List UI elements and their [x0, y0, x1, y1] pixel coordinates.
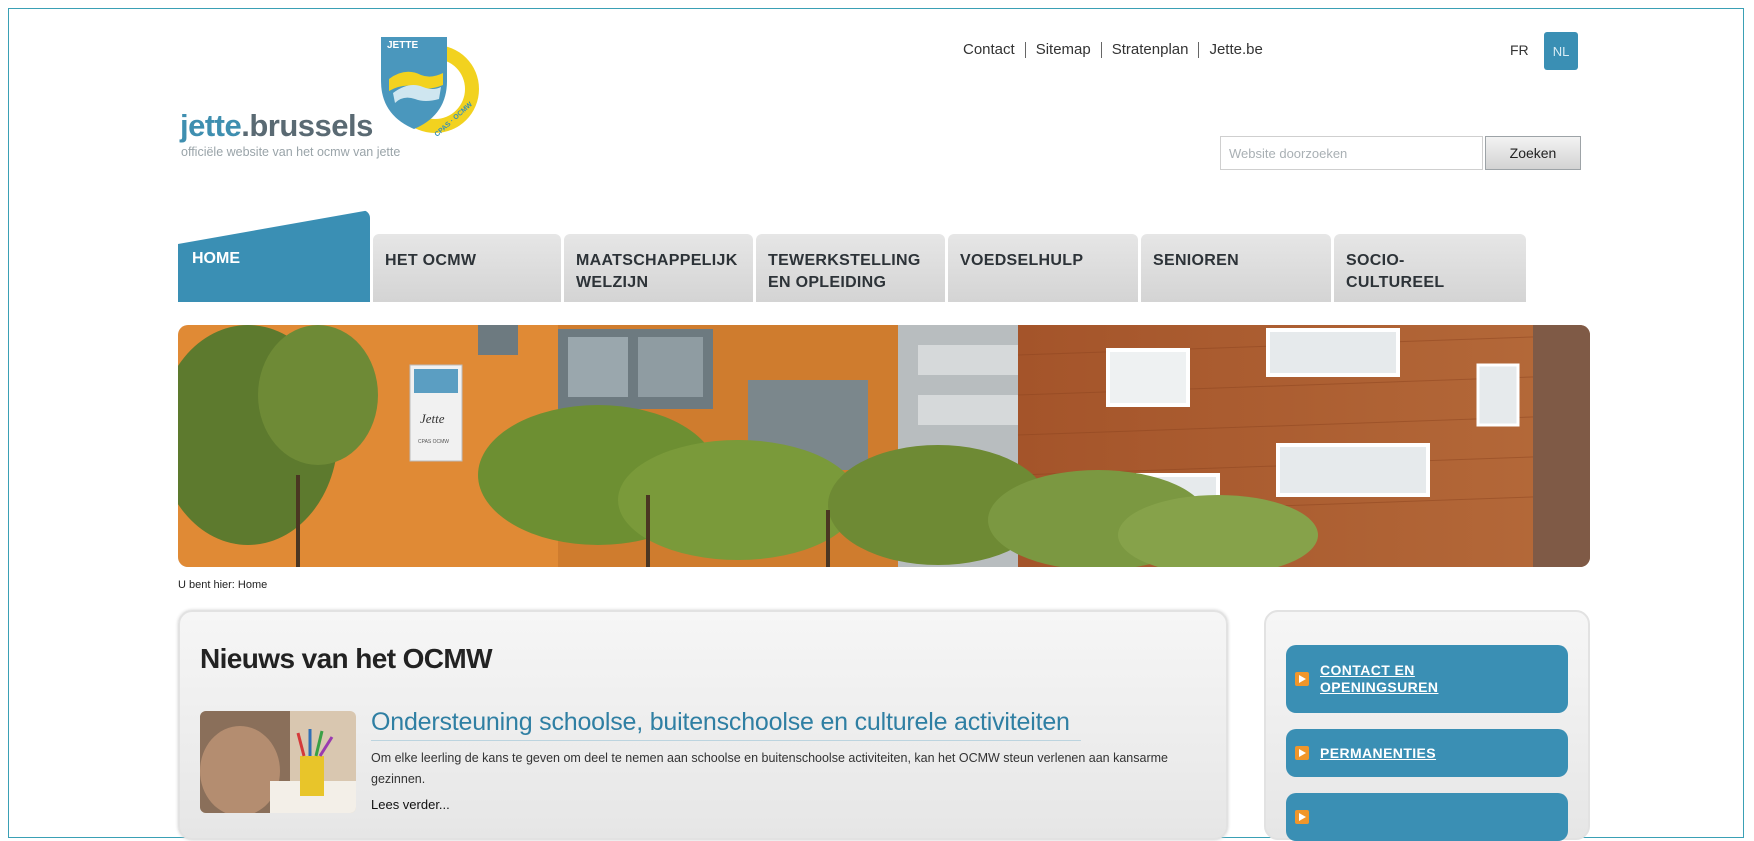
article-thumbnail[interactable]	[200, 711, 356, 813]
language-nl-active[interactable]: NL	[1544, 32, 1578, 70]
top-links: Contact Sitemap Stratenplan Jette.be	[963, 42, 1273, 58]
nav-tab-label-line2: EN OPLEIDING	[768, 274, 887, 291]
search-button[interactable]: Zoeken	[1485, 136, 1581, 170]
article-title-link[interactable]: Ondersteuning schoolse, buitenschoolse e…	[371, 708, 1070, 737]
nav-tab-label: HET OCMW	[385, 252, 477, 269]
language-fr[interactable]: FR	[1510, 42, 1529, 58]
logo-badge-text: JETTE	[387, 40, 418, 51]
read-more-link[interactable]: Lees verder...	[371, 797, 450, 812]
nav-tab-label: SENIOREN	[1153, 252, 1239, 269]
nav-tab-maatschappelijk-welzijn[interactable]: MAATSCHAPPELIJK WELZIJN	[564, 234, 753, 302]
arrow-right-icon	[1295, 672, 1309, 686]
nav-tab-het-ocmw[interactable]: HET OCMW	[373, 234, 561, 302]
contact-openingsuren-button[interactable]: CONTACT EN OPENINGSUREN	[1286, 645, 1568, 713]
nav-tab-senioren[interactable]: SENIOREN	[1141, 234, 1331, 302]
label-line1: CONTACT EN	[1320, 662, 1415, 678]
top-link-jette-be[interactable]: Jette.be	[1198, 42, 1272, 58]
site-logo-name[interactable]: jette.brussels	[180, 108, 373, 144]
logo-name-rest: .brussels	[241, 108, 373, 143]
contact-openingsuren-label: CONTACT EN OPENINGSUREN	[1320, 662, 1438, 696]
hero-sign-text-2: CPAS OCMW	[418, 439, 449, 445]
top-link-contact[interactable]: Contact	[963, 42, 1025, 58]
nav-tab-tewerkstelling[interactable]: TEWERKSTELLING EN OPLEIDING	[756, 234, 945, 302]
permanenties-label: PERMANENTIES	[1320, 744, 1437, 761]
nav-tab-label-line1: MAATSCHAPPELIJK	[576, 252, 738, 269]
nav-tab-socio-cultureel[interactable]: SOCIO- CULTUREEL	[1334, 234, 1526, 302]
nav-tab-label: VOEDSELHULP	[960, 252, 1084, 269]
nav-tab-label-line1: TEWERKSTELLING	[768, 252, 921, 269]
breadcrumb: U bent hier: Home	[178, 579, 268, 591]
top-link-stratenplan[interactable]: Stratenplan	[1100, 42, 1199, 58]
hero-sign-text-1: Jette	[420, 411, 445, 426]
nav-tab-label-line1: SOCIO-	[1346, 252, 1405, 269]
article-summary: Om elke leerling de kans te geven om dee…	[371, 751, 1168, 786]
arrow-right-icon	[1295, 810, 1309, 824]
top-link-sitemap[interactable]: Sitemap	[1024, 42, 1101, 58]
permanenties-button[interactable]: PERMANENTIES	[1286, 729, 1568, 777]
nav-tab-voedselhulp[interactable]: VOEDSELHULP	[948, 234, 1138, 302]
nav-tab-label-line2: WELZIJN	[576, 274, 649, 291]
arrow-right-icon	[1295, 746, 1309, 760]
news-heading: Nieuws van het OCMW	[200, 643, 493, 674]
logo-emblem-icon[interactable]: JETTE CPAS · OCMW	[375, 33, 483, 137]
label-line2: OPENINGSUREN	[1320, 679, 1439, 695]
search-input[interactable]	[1220, 136, 1483, 170]
nav-tab-label-line2: CULTUREEL	[1346, 274, 1445, 291]
logo-name-main: jette	[180, 108, 242, 143]
hero-image: Jette CPAS OCMW	[178, 325, 1590, 567]
sidebar-button-partial[interactable]	[1286, 793, 1568, 841]
site-tagline: officiële website van het ocmw van jette	[181, 145, 401, 159]
article-title-divider	[371, 740, 1081, 741]
